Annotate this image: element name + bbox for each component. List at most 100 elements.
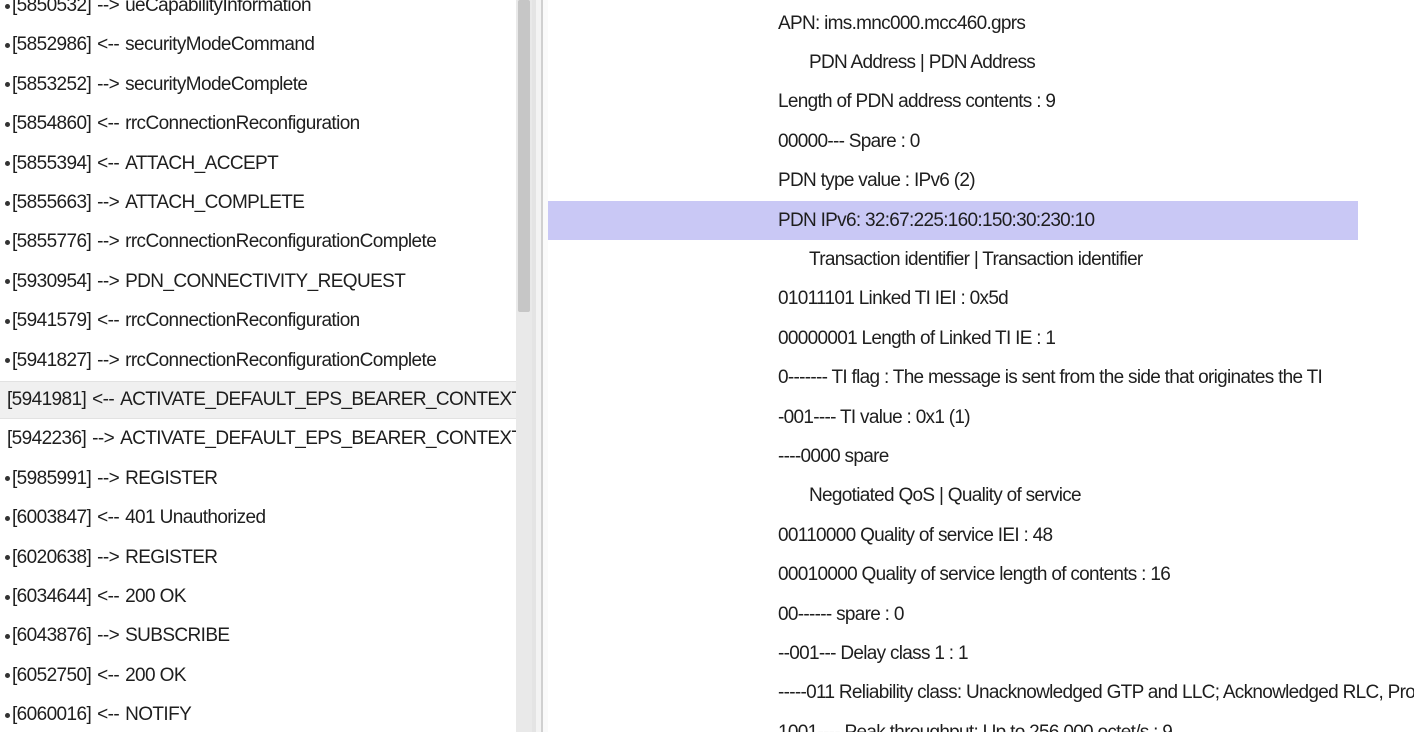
detail-line[interactable]: PDN type value : IPv6 (2): [548, 162, 1358, 201]
detail-line-text: Length of PDN address contents : 9: [778, 91, 1056, 113]
message-list-item[interactable]: [5941981] <-- ACTIVATE_DEFAULT_EPS_BEARER_…: [0, 381, 516, 419]
bullet-icon: [5, 633, 10, 639]
message-direction: -->: [97, 546, 120, 568]
message-direction: <--: [97, 664, 120, 686]
detail-line-text: ----0000 spare: [778, 445, 889, 467]
message-list-item[interactable]: [5942236] --> ACTIVATE_DEFAULT_EPS_BEARER_…: [0, 420, 516, 458]
message-name: SUBSCRIBE: [125, 625, 230, 647]
message-list-item[interactable]: [5855663] --> ATTACH_COMPLETE: [0, 184, 516, 222]
message-name: rrcConnectionReconfiguration: [125, 113, 360, 135]
message-list-item[interactable]: [5941827] --> rrcConnectionReconfiguration…: [0, 342, 516, 380]
message-list-item[interactable]: [5930954] --> PDN_CONNECTIVITY_REQUEST: [0, 263, 516, 301]
message-list-item[interactable]: [5852986] <-- securityModeCommand: [0, 26, 516, 64]
detail-line-text: 00110000 Quality of service IEI : 48: [778, 524, 1053, 546]
message-name: rrcConnectionReconfigurationComplete: [125, 349, 437, 371]
message-list-item[interactable]: [5855776] --> rrcConnectionReconfiguration…: [0, 223, 516, 261]
scrollbar-thumb[interactable]: [518, 0, 530, 312]
bullet-icon: [5, 476, 10, 482]
detail-line[interactable]: -----011 Reliability class: Unacknowledg…: [548, 674, 1414, 713]
pane-splitter[interactable]: [532, 0, 548, 732]
message-list-item[interactable]: [6034644] <-- 200 OK: [0, 578, 516, 616]
detail-line[interactable]: 00010000 Quality of service length of co…: [548, 556, 1358, 595]
message-id: [6020638]: [12, 546, 92, 568]
message-direction: -->: [97, 0, 120, 16]
bullet-icon: [5, 594, 10, 600]
message-list-item[interactable]: [5855394] <-- ATTACH_ACCEPT: [0, 145, 516, 183]
detail-line-text: Transaction identifier | Transaction ide…: [809, 248, 1143, 270]
detail-line-text: Negotiated QoS | Quality of service: [809, 485, 1082, 507]
detail-line[interactable]: -001---- TI value : 0x1 (1): [548, 398, 1358, 437]
message-list-item[interactable]: [6052750] <-- 200 OK: [0, 657, 516, 695]
bullet-icon: [5, 200, 10, 206]
message-name: ACTIVATE_DEFAULT_EPS_BEARER_CONTEXT_ACCE…: [120, 428, 516, 450]
message-name: 200 OK: [125, 586, 186, 607]
message-id: [5942236]: [7, 428, 87, 450]
message-list-item[interactable]: [6060016] <-- NOTIFY: [0, 696, 516, 732]
message-direction: <--: [97, 507, 120, 529]
detail-line[interactable]: Transaction identifier | Transaction ide…: [548, 240, 1358, 279]
message-direction: -->: [97, 349, 120, 371]
message-direction: <--: [97, 704, 120, 726]
message-id: [5985991]: [12, 467, 92, 489]
detail-line[interactable]: 0------- TI flag : The message is sent f…: [548, 359, 1358, 398]
message-direction: <--: [97, 34, 120, 56]
bullet-icon: [5, 555, 10, 561]
detail-line[interactable]: PDN Address | PDN Address: [548, 43, 1358, 82]
detail-line[interactable]: 00------ spare : 0: [548, 595, 1358, 634]
detail-line-text: 00------ spare : 0: [778, 603, 904, 625]
detail-line[interactable]: 00000001 Length of Linked TI IE : 1: [548, 319, 1358, 358]
message-list-item[interactable]: [6043876] --> SUBSCRIBE: [0, 617, 516, 655]
bullet-icon: [5, 161, 10, 167]
bullet-icon: [5, 121, 10, 127]
message-name: REGISTER: [125, 546, 218, 568]
message-list-item[interactable]: [6003847] <-- 401 Unauthorized: [0, 499, 516, 537]
detail-line[interactable]: --001--- Delay class 1 : 1: [548, 634, 1358, 673]
bullet-icon: [5, 279, 10, 285]
detail-line[interactable]: Negotiated QoS | Quality of service: [548, 477, 1358, 516]
bullet-icon: [5, 318, 10, 324]
message-name: rrcConnectionReconfigurationComplete: [125, 231, 437, 253]
detail-line-text: -----011 Reliability class: Unacknowledg…: [778, 682, 1414, 704]
message-direction: -->: [97, 192, 120, 213]
detail-line[interactable]: 00110000 Quality of service IEI : 48: [548, 516, 1358, 555]
detail-line[interactable]: Length of PDN address contents : 9: [548, 83, 1358, 122]
message-list-item[interactable]: [5941579] <-- rrcConnectionReconfiguration: [0, 302, 516, 340]
bullet-icon: [5, 358, 10, 364]
message-direction: -->: [97, 625, 120, 647]
message-list[interactable]: [5850532] --> ueCapabilityInformation [5852…: [0, 0, 516, 732]
message-name: 401 Unauthorized: [125, 507, 266, 529]
message-direction: -->: [97, 467, 120, 489]
message-id: [5930954]: [12, 270, 92, 292]
detail-line-selected[interactable]: PDN IPv6: 32:67:225:160:150:30:230:10: [548, 201, 1358, 240]
detail-line[interactable]: 00000--- Spare : 0: [548, 122, 1358, 161]
message-list-item[interactable]: [6020638] --> REGISTER: [0, 539, 516, 577]
detail-line-text: PDN IPv6: 32:67:225:160:150:30:230:10: [778, 209, 1095, 231]
message-list-item[interactable]: [5853252] --> securityModeComplete: [0, 66, 516, 104]
detail-line-text: PDN type value : IPv6 (2): [778, 170, 976, 192]
detail-line[interactable]: APN: ims.mnc000.mcc460.gprs: [548, 4, 1358, 43]
detail-line[interactable]: ----0000 spare: [548, 437, 1358, 476]
message-id: [5941579]: [12, 310, 92, 332]
bullet-icon: [5, 673, 10, 679]
bullet-icon: [5, 712, 10, 718]
detail-line[interactable]: 1001---- Peak throughput: Up to 256 000 …: [548, 713, 1358, 732]
message-name: ATTACH_ACCEPT: [125, 152, 279, 174]
message-list-scrollbar[interactable]: [516, 0, 532, 732]
message-name: NOTIFY: [125, 704, 192, 726]
detail-line-text: 1001---- Peak throughput: Up to 256 000 …: [778, 722, 1173, 732]
detail-line[interactable]: 01011101 Linked TI IEI : 0x5d: [548, 280, 1358, 319]
message-details-pane[interactable]: APN: ims.mnc000.mcc460.gprs PDN Address |…: [548, 0, 1414, 732]
message-direction: <--: [97, 586, 120, 607]
message-list-item[interactable]: [5854860] <-- rrcConnectionReconfiguration: [0, 105, 516, 143]
message-list-item[interactable]: [5985991] --> REGISTER: [0, 460, 516, 498]
message-name: 200 OK: [125, 664, 186, 686]
message-id: [5855394]: [12, 152, 92, 174]
message-id: [6043876]: [12, 625, 92, 647]
bullet-icon: [5, 82, 10, 88]
detail-line-text: APN: ims.mnc000.mcc460.gprs: [778, 12, 1026, 34]
message-id: [5941827]: [12, 349, 92, 371]
message-id: [6052750]: [12, 664, 92, 686]
message-list-item[interactable]: [5850532] --> ueCapabilityInformation: [0, 0, 516, 25]
message-id: [5853252]: [12, 73, 92, 95]
detail-line-text: 00010000 Quality of service length of co…: [778, 564, 1171, 586]
